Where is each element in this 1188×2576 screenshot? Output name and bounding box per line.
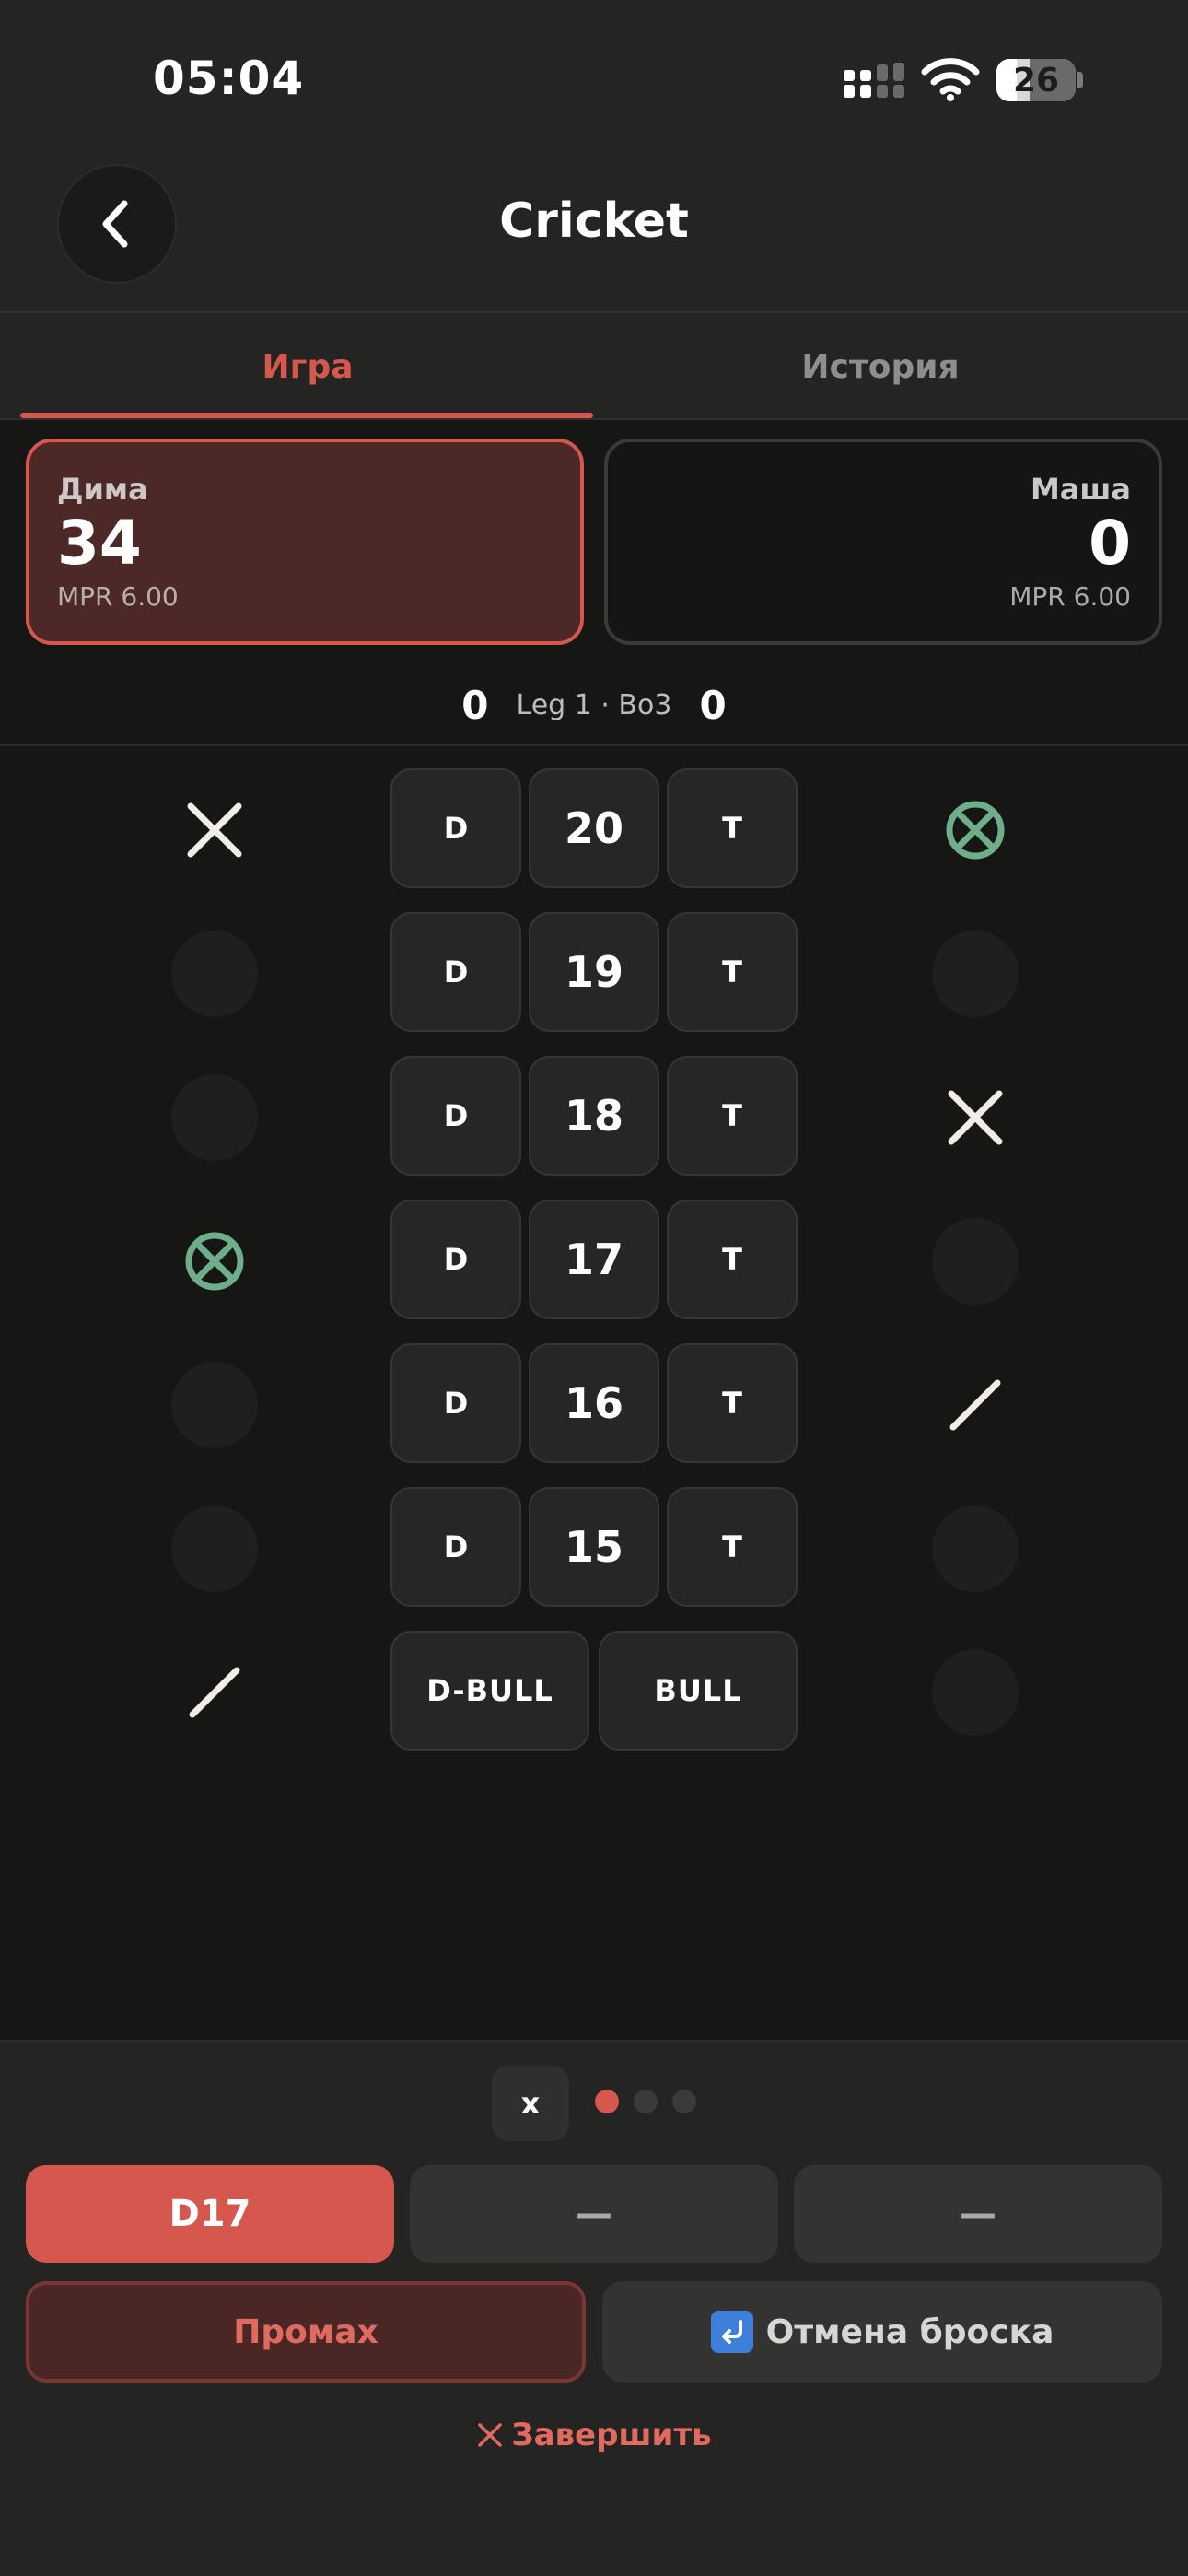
- top-area: [0, 0, 1188, 313]
- close-icon: [478, 2423, 503, 2447]
- double-15-button[interactable]: D: [390, 1487, 521, 1607]
- battery-percent: 26: [1012, 61, 1060, 100]
- double-19-button[interactable]: D: [390, 912, 521, 1032]
- player-2-mark-20: [932, 787, 1019, 873]
- single-16-button[interactable]: 16: [529, 1343, 659, 1463]
- page-dot-3: [672, 2090, 696, 2113]
- board-row-20: D 20 T: [0, 768, 1188, 890]
- multiplier-button[interactable]: x: [492, 2066, 569, 2141]
- wifi-icon: [921, 58, 980, 101]
- tab-history[interactable]: История: [593, 313, 1168, 420]
- board-row-bull: D-BULL BULL: [0, 1631, 1188, 1752]
- player-score: 0: [1089, 508, 1131, 579]
- double-20-button[interactable]: D: [390, 768, 521, 888]
- miss-button[interactable]: Промах: [26, 2281, 586, 2383]
- player-name: Маша: [1030, 472, 1131, 507]
- bull-button[interactable]: BULL: [599, 1631, 798, 1751]
- triple-18-button[interactable]: T: [667, 1056, 798, 1176]
- player-1-mark-17: [171, 1218, 258, 1305]
- player-card-2[interactable]: Маша 0 MPR 6.00: [604, 439, 1162, 645]
- closed-mark-icon: [946, 801, 1005, 860]
- player-score: 34: [57, 508, 142, 579]
- board-row-17: D 17 T: [0, 1200, 1188, 1321]
- closed-mark-icon: [185, 1232, 244, 1291]
- single-19-button[interactable]: 19: [529, 912, 659, 1032]
- dart-slot-2[interactable]: —: [410, 2165, 778, 2263]
- triple-15-button[interactable]: T: [667, 1487, 798, 1607]
- finish-game-label: Завершить: [511, 2417, 712, 2453]
- leg-label: Leg 1 · Bo3: [516, 688, 672, 721]
- undo-throw-button[interactable]: Отмена броска: [602, 2281, 1162, 2383]
- player-card-1[interactable]: Дима 34 MPR 6.00: [26, 439, 584, 645]
- player-1-mark-19: [171, 931, 258, 1017]
- page-dot-1: [595, 2090, 619, 2113]
- undo-arrow-icon: [710, 2311, 753, 2353]
- triple-19-button[interactable]: T: [667, 912, 798, 1032]
- leg-divider: [0, 744, 1188, 746]
- leg-score-right: 0: [699, 682, 727, 728]
- single-15-button[interactable]: 15: [529, 1487, 659, 1607]
- tabs-divider: [0, 418, 1188, 420]
- undo-throw-label: Отмена броска: [765, 2313, 1054, 2351]
- leg-score-left: 0: [461, 682, 489, 728]
- single-18-button[interactable]: 18: [529, 1056, 659, 1176]
- triple-20-button[interactable]: T: [667, 768, 798, 888]
- slash-mark-icon: [949, 1379, 1001, 1431]
- double-17-button[interactable]: D: [390, 1200, 521, 1319]
- status-time: 05:04: [153, 52, 305, 105]
- player-1-mark-18: [171, 1074, 258, 1161]
- triple-16-button[interactable]: T: [667, 1343, 798, 1463]
- player-mpr: MPR 6.00: [1009, 580, 1131, 612]
- board-row-18: D 18 T: [0, 1056, 1188, 1177]
- player-1-mark-16: [171, 1362, 258, 1448]
- battery-icon: 26: [996, 59, 1076, 101]
- x-mark-icon: [187, 802, 242, 858]
- leg-status: 0 Leg 1 · Bo3 0: [0, 673, 1188, 737]
- player-2-mark-16: [932, 1362, 1019, 1448]
- single-20-button[interactable]: 20: [529, 768, 659, 888]
- triple-17-button[interactable]: T: [667, 1200, 798, 1319]
- double-16-button[interactable]: D: [390, 1343, 521, 1463]
- page-dot-2: [634, 2090, 658, 2113]
- player-2-mark-bull: [932, 1649, 1019, 1736]
- x-mark-icon: [948, 1090, 1003, 1145]
- tab-bar: Игра История: [0, 313, 1188, 420]
- player-1-mark-15: [171, 1505, 258, 1592]
- page-title: Cricket: [499, 193, 689, 249]
- double-18-button[interactable]: D: [390, 1056, 521, 1176]
- finish-game-button[interactable]: Завершить: [0, 2410, 1188, 2460]
- tab-game[interactable]: Игра: [20, 313, 595, 420]
- dart-slot-3[interactable]: —: [794, 2165, 1162, 2263]
- player-mpr: MPR 6.00: [57, 580, 179, 612]
- player-1-mark-bull: [171, 1649, 258, 1736]
- dart-slot-1[interactable]: D17: [26, 2165, 394, 2263]
- board-row-15: D 15 T: [0, 1487, 1188, 1609]
- board-row-19: D 19 T: [0, 912, 1188, 1034]
- player-2-mark-18: [932, 1074, 1019, 1161]
- player-1-mark-20: [171, 787, 258, 873]
- battery-cap: [1077, 72, 1083, 88]
- player-2-mark-17: [932, 1218, 1019, 1305]
- board-row-16: D 16 T: [0, 1343, 1188, 1465]
- single-17-button[interactable]: 17: [529, 1200, 659, 1319]
- player-2-mark-19: [932, 931, 1019, 1017]
- slash-mark-icon: [189, 1667, 240, 1718]
- player-2-mark-15: [932, 1505, 1019, 1592]
- double-bull-button[interactable]: D-BULL: [390, 1631, 589, 1751]
- player-name: Дима: [57, 472, 148, 507]
- cellular-signal-icon: [844, 63, 904, 98]
